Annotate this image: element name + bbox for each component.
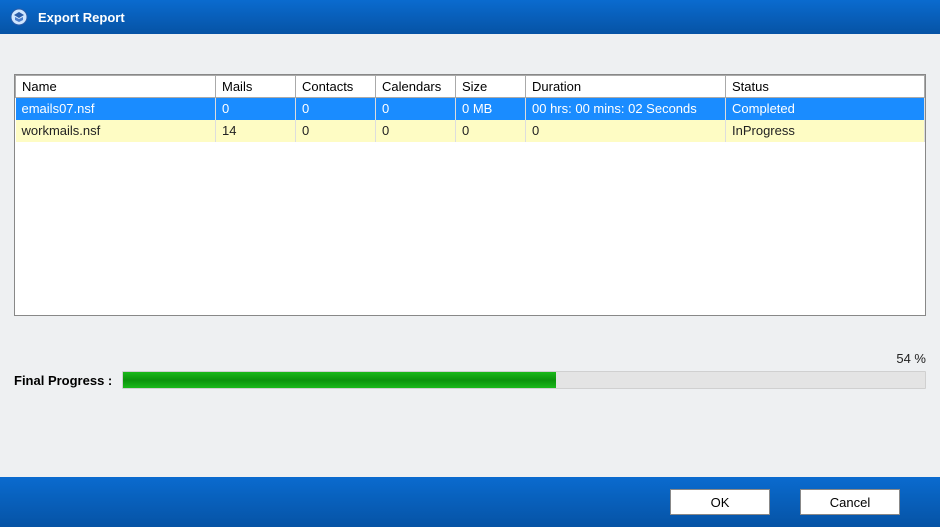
- footer-bar: OK Cancel: [0, 477, 940, 527]
- cell-name: emails07.nsf: [16, 98, 216, 120]
- cell-status: Completed: [726, 98, 925, 120]
- progress-percent-label: 54 %: [896, 351, 926, 366]
- cell-calendars: 0: [376, 98, 456, 120]
- progress-section: 54 % Final Progress :: [14, 371, 926, 389]
- col-header-size[interactable]: Size: [456, 76, 526, 98]
- cancel-button[interactable]: Cancel: [800, 489, 900, 515]
- cell-mails: 0: [216, 98, 296, 120]
- progress-bar-fill: [123, 372, 556, 388]
- cell-duration: 00 hrs: 00 mins: 02 Seconds: [526, 98, 726, 120]
- cell-size: 0: [456, 120, 526, 142]
- col-header-contacts[interactable]: Contacts: [296, 76, 376, 98]
- export-report-table: Name Mails Contacts Calendars Size Durat…: [14, 74, 926, 316]
- progress-bar: [122, 371, 926, 389]
- cell-size: 0 MB: [456, 98, 526, 120]
- content-area: Name Mails Contacts Calendars Size Durat…: [0, 34, 940, 477]
- cell-name: workmails.nsf: [16, 120, 216, 142]
- table-row[interactable]: emails07.nsf 0 0 0 0 MB 00 hrs: 00 mins:…: [16, 98, 925, 120]
- app-icon: [10, 8, 28, 26]
- cell-calendars: 0: [376, 120, 456, 142]
- titlebar: Export Report: [0, 0, 940, 34]
- table-header-row: Name Mails Contacts Calendars Size Durat…: [16, 76, 925, 98]
- col-header-duration[interactable]: Duration: [526, 76, 726, 98]
- table-row[interactable]: workmails.nsf 14 0 0 0 0 InProgress: [16, 120, 925, 142]
- cell-contacts: 0: [296, 98, 376, 120]
- cell-status: InProgress: [726, 120, 925, 142]
- ok-button[interactable]: OK: [670, 489, 770, 515]
- col-header-name[interactable]: Name: [16, 76, 216, 98]
- progress-label: Final Progress :: [14, 373, 112, 388]
- cell-contacts: 0: [296, 120, 376, 142]
- col-header-mails[interactable]: Mails: [216, 76, 296, 98]
- window-title: Export Report: [38, 10, 125, 25]
- col-header-status[interactable]: Status: [726, 76, 925, 98]
- cell-duration: 0: [526, 120, 726, 142]
- cell-mails: 14: [216, 120, 296, 142]
- col-header-calendars[interactable]: Calendars: [376, 76, 456, 98]
